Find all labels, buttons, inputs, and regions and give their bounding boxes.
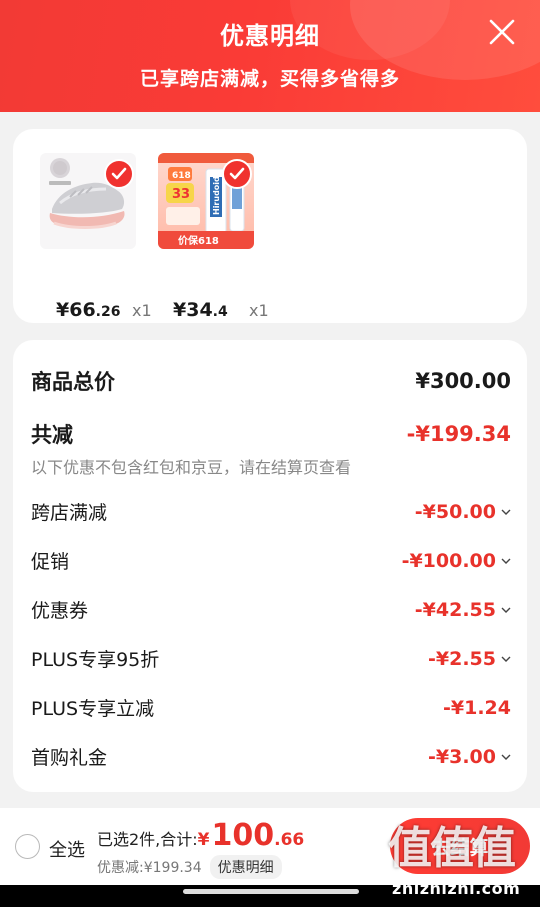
close-icon — [489, 19, 515, 45]
discount-details-card: 商品总价 ¥300.00 共减 -¥199.34 以下优惠不包含红包和京豆，请在… — [13, 340, 527, 792]
close-button[interactable] — [486, 16, 518, 48]
product-item[interactable]: ¥66.26 x1 — [40, 153, 152, 321]
total-amount-dec: .66 — [274, 830, 305, 850]
chevron-down-icon — [501, 607, 511, 613]
discount-value: -¥3.00 — [428, 745, 496, 768]
discount-detail-button[interactable]: 优惠明细 — [209, 855, 282, 879]
selected-count-text: 已选2件,合计: — [97, 830, 198, 849]
total-amount-int: 100 — [211, 818, 275, 853]
product-quantity: x1 — [132, 301, 152, 320]
discount-value: -¥1.24 — [443, 696, 511, 719]
chevron-down-icon — [501, 509, 511, 515]
discount-value: -¥2.55 — [428, 647, 496, 670]
discount-value: -¥42.55 — [414, 598, 496, 621]
badge-33-text: 33 — [172, 187, 190, 202]
hirudoid-text: Hirudoid — [212, 176, 221, 215]
selected-products-card: ¥66.26 x1 618 33 Hirudoid 价保618 ¥34.4 x1 — [13, 129, 527, 323]
total-reduction-value: -¥199.34 — [406, 422, 511, 446]
discount-item-cross-store[interactable]: 跨店满减 -¥50.00 — [31, 498, 511, 525]
product-price: ¥66.26 — [56, 299, 121, 321]
discount-label: 优惠券 — [31, 600, 89, 622]
product-quantity: x1 — [249, 301, 269, 320]
order-summary: 已选2件,合计: ¥ 100 .66 优惠减:¥199.34 优惠明细 — [97, 818, 304, 879]
discount-note: 以下优惠不包含红包和京豆，请在结算页查看 — [31, 458, 352, 477]
total-currency: ¥ — [197, 830, 210, 850]
discount-item-coupon[interactable]: 优惠券 -¥42.55 — [31, 596, 511, 623]
sneaker-image — [40, 153, 136, 249]
discount-item-plus-95[interactable]: PLUS专享95折 -¥2.55 — [31, 645, 511, 672]
discount-item-plus-reduce: PLUS专享立减 -¥1.24 — [31, 694, 511, 721]
total-price-row: 商品总价 ¥300.00 — [31, 366, 511, 396]
product-price: ¥34.4 — [173, 299, 228, 321]
select-all-label[interactable]: 全选 — [49, 836, 85, 862]
home-indicator[interactable] — [183, 889, 359, 894]
total-price-value: ¥300.00 — [415, 369, 511, 393]
discount-item-promotion[interactable]: 促销 -¥100.00 — [31, 547, 511, 574]
discount-value: -¥50.00 — [414, 500, 496, 523]
page-subtitle: 已享跨店满减，买得多省得多 — [139, 68, 400, 90]
discount-label: 首购礼金 — [31, 747, 108, 769]
selected-check-icon — [222, 159, 252, 189]
chevron-down-icon — [501, 754, 511, 760]
discount-label: 促销 — [31, 551, 70, 573]
badge-618-text: 618 — [172, 171, 191, 181]
price-protect-text: 价保618 — [178, 234, 219, 247]
skincare-product-image: 618 33 Hirudoid 价保618 — [158, 153, 254, 249]
checkout-bar: 全选 已选2件,合计: ¥ 100 .66 优惠减:¥199.34 优惠明细 去… — [0, 808, 540, 885]
chevron-down-icon — [501, 558, 511, 564]
chevron-down-icon — [501, 656, 511, 662]
total-price-label: 商品总价 — [31, 370, 115, 394]
product-item[interactable]: 618 33 Hirudoid 价保618 ¥34.4 x1 — [158, 153, 269, 321]
discount-label: 跨店满减 — [31, 502, 108, 524]
discount-total-text: 优惠减:¥199.34 — [97, 860, 202, 876]
discount-value: -¥100.00 — [401, 549, 496, 572]
header: 优惠明细 已享跨店满减，买得多省得多 — [0, 0, 540, 112]
checkout-button[interactable]: 去结算 — [390, 818, 530, 874]
total-reduction-row: 共减 -¥199.34 — [31, 419, 511, 449]
discount-item-first-purchase[interactable]: 首购礼金 -¥3.00 — [31, 743, 511, 770]
discount-label: PLUS专享95折 — [31, 649, 160, 671]
total-reduction-label: 共减 — [31, 423, 73, 447]
selected-check-icon — [104, 159, 134, 189]
watermark-url: zhizhizhi.com — [392, 879, 521, 898]
discount-label: PLUS专享立减 — [31, 698, 155, 720]
select-all-radio[interactable] — [15, 834, 40, 859]
page-title: 优惠明细 — [220, 22, 320, 50]
